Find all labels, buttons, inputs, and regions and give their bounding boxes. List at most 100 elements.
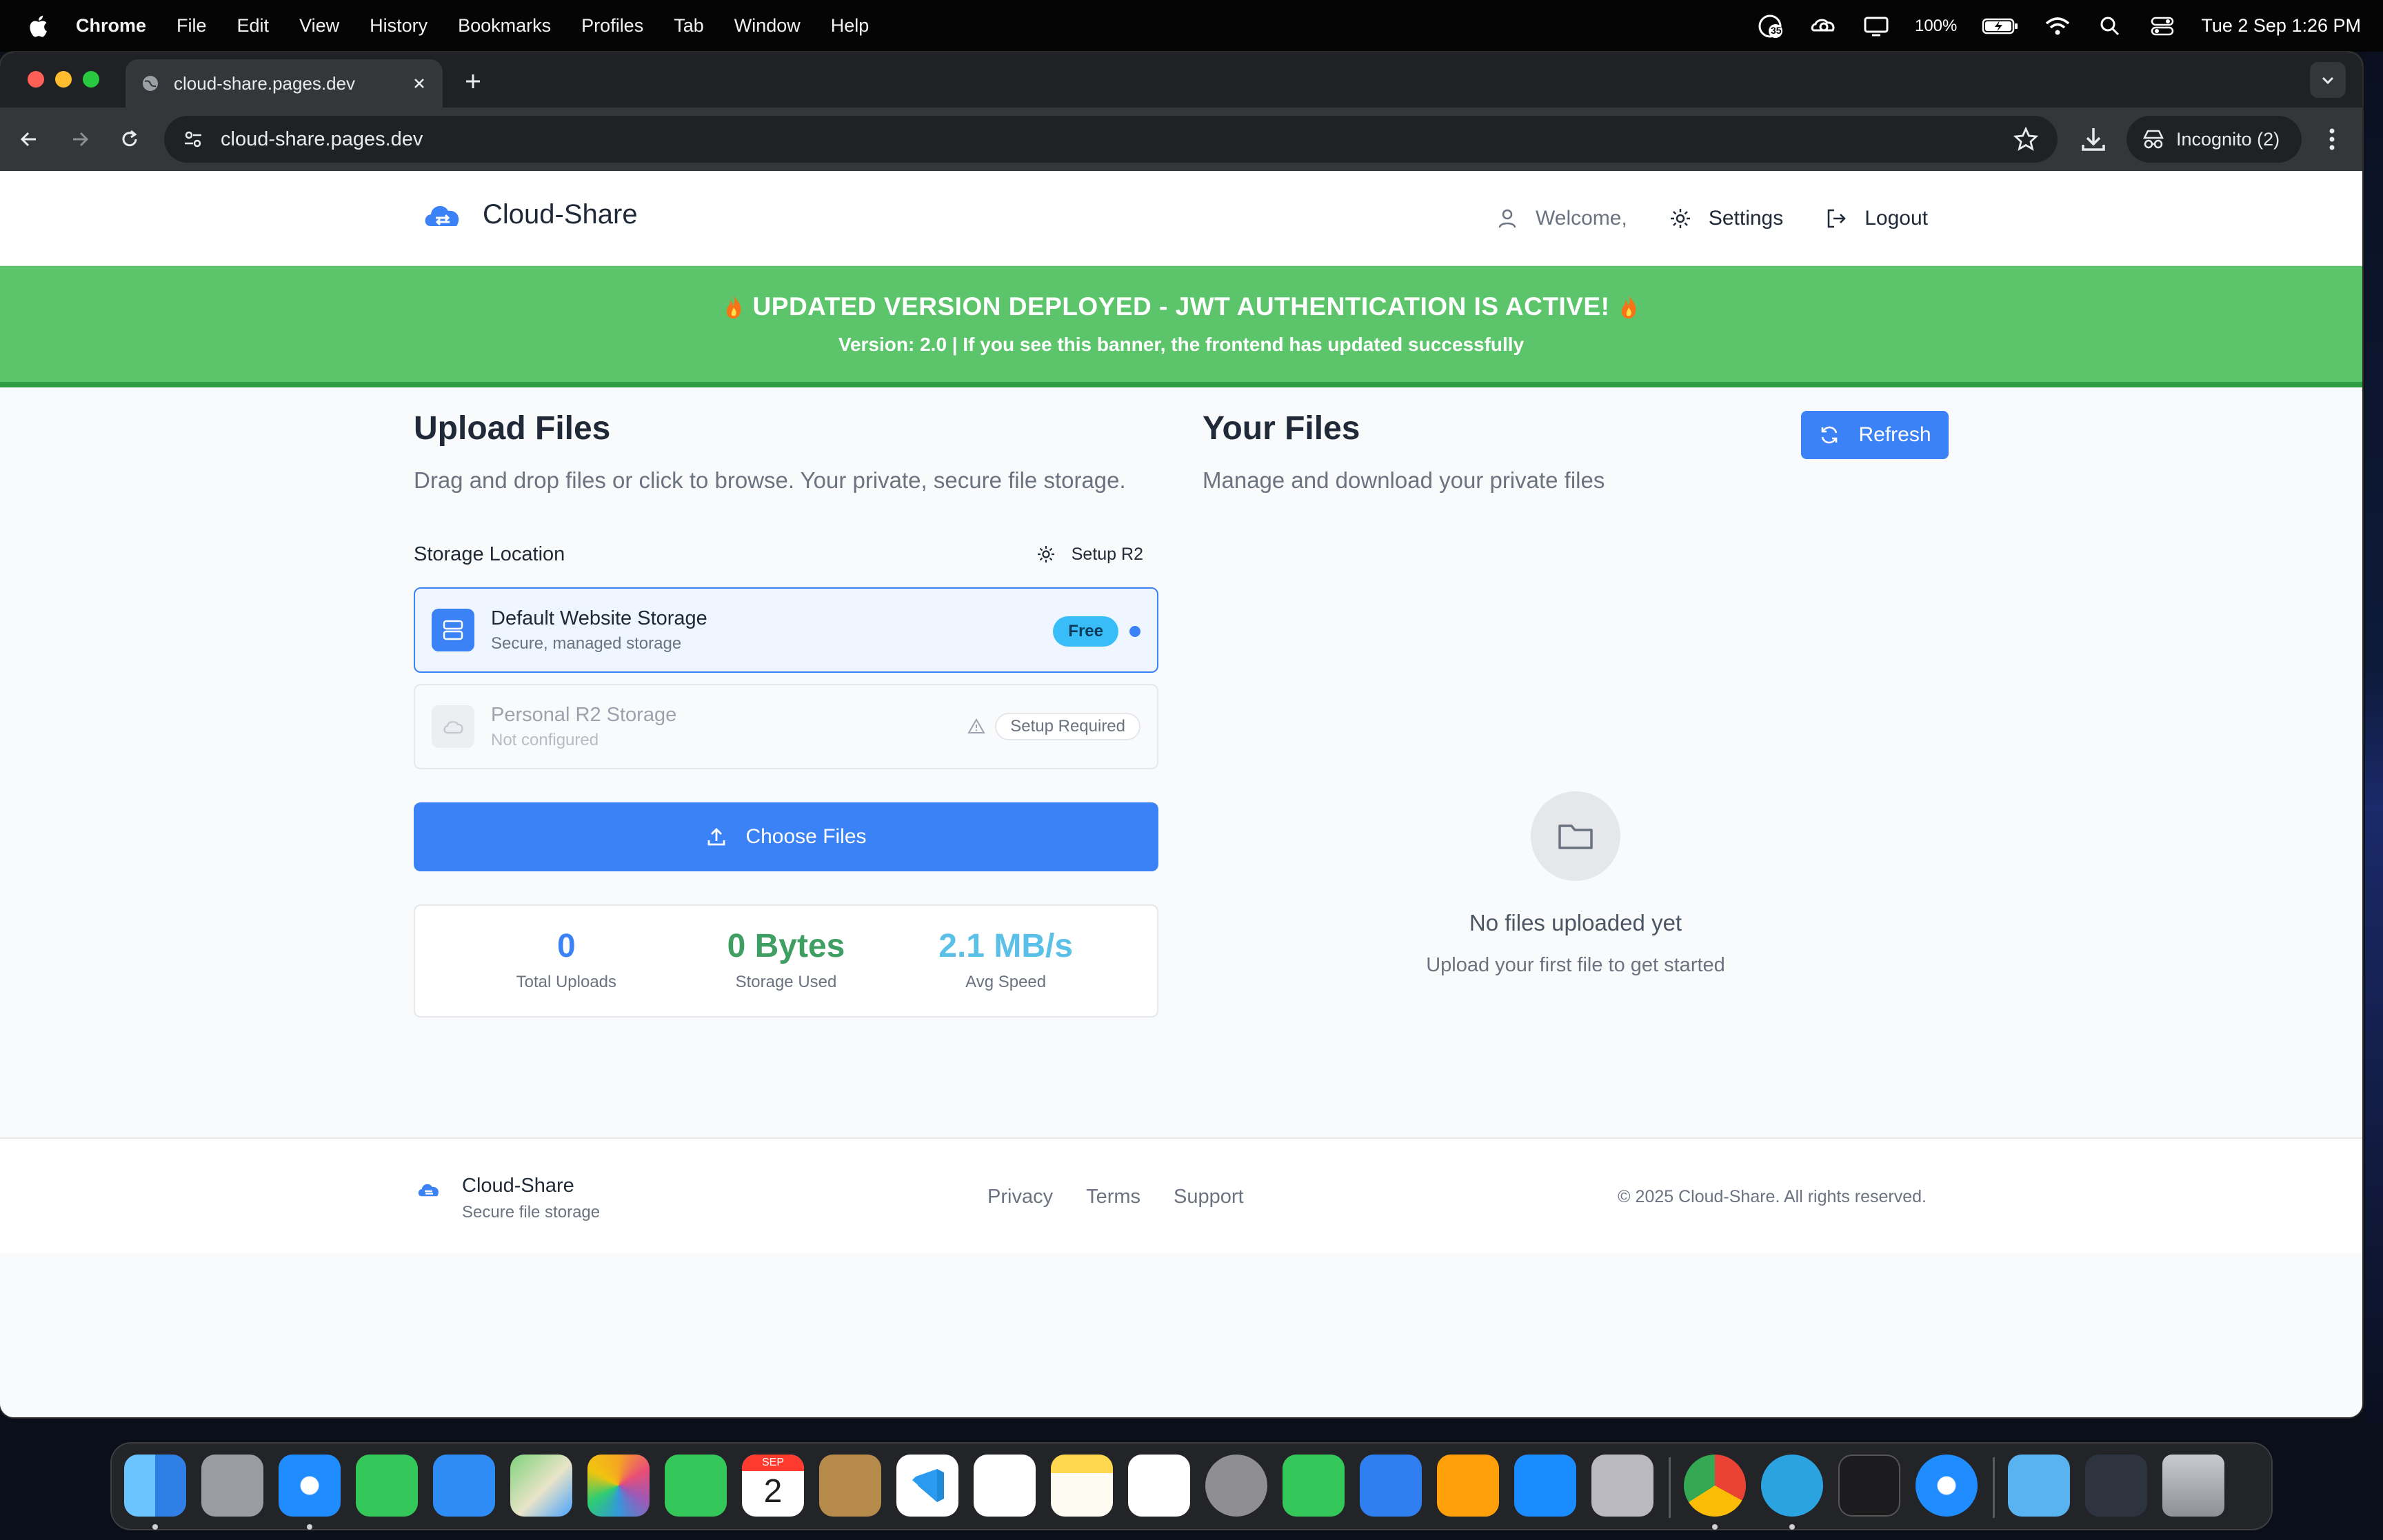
sync-badge-icon[interactable]: 35 bbox=[1758, 14, 1785, 38]
folder-icon bbox=[1531, 791, 1620, 881]
wifi-icon[interactable] bbox=[2044, 15, 2071, 37]
calendar-icon[interactable]: SEP 2 bbox=[742, 1455, 804, 1517]
storage-option-personal-r2[interactable]: Personal R2 Storage Not configured Setup… bbox=[414, 684, 1158, 769]
safari-technology-icon[interactable] bbox=[1916, 1455, 1978, 1517]
forward-button[interactable] bbox=[65, 124, 95, 154]
keynote-icon[interactable] bbox=[1360, 1455, 1422, 1517]
menubar-clock[interactable]: Tue 2 Sep 1:26 PM bbox=[2201, 15, 2361, 37]
contacts-icon[interactable] bbox=[819, 1455, 881, 1517]
downloads-folder-icon[interactable] bbox=[2008, 1455, 2070, 1517]
zoom-window-button[interactable] bbox=[83, 71, 99, 88]
empty-title: No files uploaded yet bbox=[1469, 910, 1682, 935]
fire-icon bbox=[1622, 295, 1636, 318]
upload-subtitle: Drag and drop files or click to browse. … bbox=[414, 467, 1126, 493]
fire-icon bbox=[726, 295, 741, 318]
banner-subtitle: Version: 2.0 | If you see this banner, t… bbox=[838, 334, 1525, 355]
footer-link-support[interactable]: Support bbox=[1174, 1186, 1244, 1208]
spotlight-search-icon[interactable] bbox=[2096, 15, 2124, 37]
refresh-button[interactable]: Refresh bbox=[1801, 411, 1949, 459]
menu-file[interactable]: File bbox=[177, 15, 207, 37]
storage-location-header: Storage Location Setup R2 bbox=[414, 539, 1158, 569]
tab-search-button[interactable] bbox=[2310, 62, 2346, 98]
vscode-icon[interactable] bbox=[896, 1455, 958, 1517]
banner-title-text: UPDATED VERSION DEPLOYED - JWT AUTHENTIC… bbox=[752, 292, 1610, 321]
address-bar[interactable]: cloud-share.pages.dev bbox=[164, 116, 2058, 163]
control-center-icon[interactable] bbox=[2149, 15, 2176, 37]
footer-link-privacy[interactable]: Privacy bbox=[987, 1186, 1053, 1208]
mail-icon[interactable] bbox=[433, 1455, 495, 1517]
numbers-icon[interactable] bbox=[1283, 1455, 1345, 1517]
close-window-button[interactable] bbox=[28, 71, 44, 88]
messages-icon[interactable] bbox=[356, 1455, 418, 1517]
new-tab-plus-icon[interactable] bbox=[461, 69, 485, 94]
menu-window[interactable]: Window bbox=[734, 15, 801, 37]
download-icon[interactable] bbox=[2077, 123, 2110, 156]
creative-cloud-icon[interactable] bbox=[1810, 15, 1838, 37]
reminders-icon[interactable] bbox=[974, 1455, 1036, 1517]
incognito-button[interactable]: Incognito (2) bbox=[2126, 116, 2302, 163]
safari-icon[interactable] bbox=[279, 1455, 341, 1517]
welcome-user: Welcome, bbox=[1496, 207, 1627, 230]
notes-icon[interactable] bbox=[1051, 1455, 1113, 1517]
minimize-window-button[interactable] bbox=[55, 71, 72, 88]
tab-title: cloud-share.pages.dev bbox=[174, 72, 356, 94]
settings-link[interactable]: Settings bbox=[1669, 207, 1783, 230]
choose-files-label: Choose Files bbox=[745, 825, 867, 848]
telegram-icon[interactable] bbox=[1761, 1455, 1823, 1517]
menu-help[interactable]: Help bbox=[831, 15, 869, 37]
chevron-down-icon bbox=[2322, 77, 2334, 85]
default-storage-title: Default Website Storage bbox=[491, 607, 707, 629]
maps-icon[interactable] bbox=[510, 1455, 572, 1517]
logout-label: Logout bbox=[1864, 207, 1928, 230]
empty-subtitle: Upload your first file to get started bbox=[1426, 954, 1725, 976]
bookmark-star-icon[interactable] bbox=[2012, 125, 2040, 153]
logout-icon bbox=[1827, 209, 1847, 228]
battery-icon[interactable] bbox=[1982, 15, 2019, 37]
menu-edit[interactable]: Edit bbox=[237, 15, 270, 37]
logout-link[interactable]: Logout bbox=[1824, 207, 1928, 230]
trash-icon[interactable] bbox=[2162, 1455, 2224, 1517]
system-settings-icon[interactable] bbox=[1205, 1455, 1267, 1517]
site-info-icon[interactable] bbox=[179, 125, 207, 153]
menu-bookmarks[interactable]: Bookmarks bbox=[458, 15, 551, 37]
free-badge: Free bbox=[1053, 616, 1118, 647]
launchpad-icon[interactable] bbox=[201, 1455, 263, 1517]
menu-app-name[interactable]: Chrome bbox=[76, 15, 146, 37]
terminal-icon[interactable] bbox=[1838, 1455, 1900, 1517]
storage-option-default[interactable]: Default Website Storage Secure, managed … bbox=[414, 587, 1158, 673]
brand[interactable]: Cloud-Share bbox=[422, 197, 638, 232]
footer-link-terms[interactable]: Terms bbox=[1086, 1186, 1140, 1208]
choose-files-button[interactable]: Choose Files bbox=[414, 802, 1158, 871]
browser-tab-active[interactable]: cloud-share.pages.dev bbox=[125, 59, 443, 108]
back-button[interactable] bbox=[14, 124, 44, 154]
refresh-label: Refresh bbox=[1858, 423, 1931, 446]
finder-icon[interactable] bbox=[124, 1455, 186, 1517]
menu-view[interactable]: View bbox=[299, 15, 339, 37]
chrome-icon[interactable] bbox=[1684, 1455, 1746, 1517]
default-storage-subtitle: Secure, managed storage bbox=[491, 634, 682, 653]
freeform-icon[interactable] bbox=[1128, 1455, 1190, 1517]
photos-icon[interactable] bbox=[587, 1455, 650, 1517]
screenshot-stack-icon[interactable] bbox=[2085, 1455, 2147, 1517]
facetime-icon[interactable] bbox=[665, 1455, 727, 1517]
menu-history[interactable]: History bbox=[370, 15, 428, 37]
menu-profiles[interactable]: Profiles bbox=[581, 15, 643, 37]
close-tab-icon[interactable] bbox=[411, 75, 428, 92]
display-icon[interactable] bbox=[1862, 15, 1890, 37]
app-store-icon[interactable] bbox=[1514, 1455, 1576, 1517]
reload-button[interactable] bbox=[114, 124, 145, 154]
menu-tab[interactable]: Tab bbox=[674, 15, 704, 37]
personal-storage-subtitle: Not configured bbox=[491, 730, 599, 749]
header-nav: Welcome, Settings Logout bbox=[1496, 171, 1928, 266]
url-text: cloud-share.pages.dev bbox=[221, 128, 423, 150]
stat-value: 0 Bytes bbox=[727, 928, 845, 964]
setup-r2-button[interactable]: Setup R2 bbox=[1036, 539, 1143, 569]
iphone-mirroring-icon[interactable] bbox=[1591, 1455, 1653, 1517]
apple-logo-icon[interactable] bbox=[26, 13, 52, 39]
banner-title: UPDATED VERSION DEPLOYED - JWT AUTHENTIC… bbox=[723, 292, 1640, 321]
stat-total-uploads: 0 Total Uploads bbox=[463, 930, 670, 992]
arrow-right-icon bbox=[73, 132, 89, 147]
pages-icon[interactable] bbox=[1437, 1455, 1499, 1517]
more-menu-icon[interactable] bbox=[2318, 123, 2346, 156]
upload-icon bbox=[708, 828, 725, 846]
